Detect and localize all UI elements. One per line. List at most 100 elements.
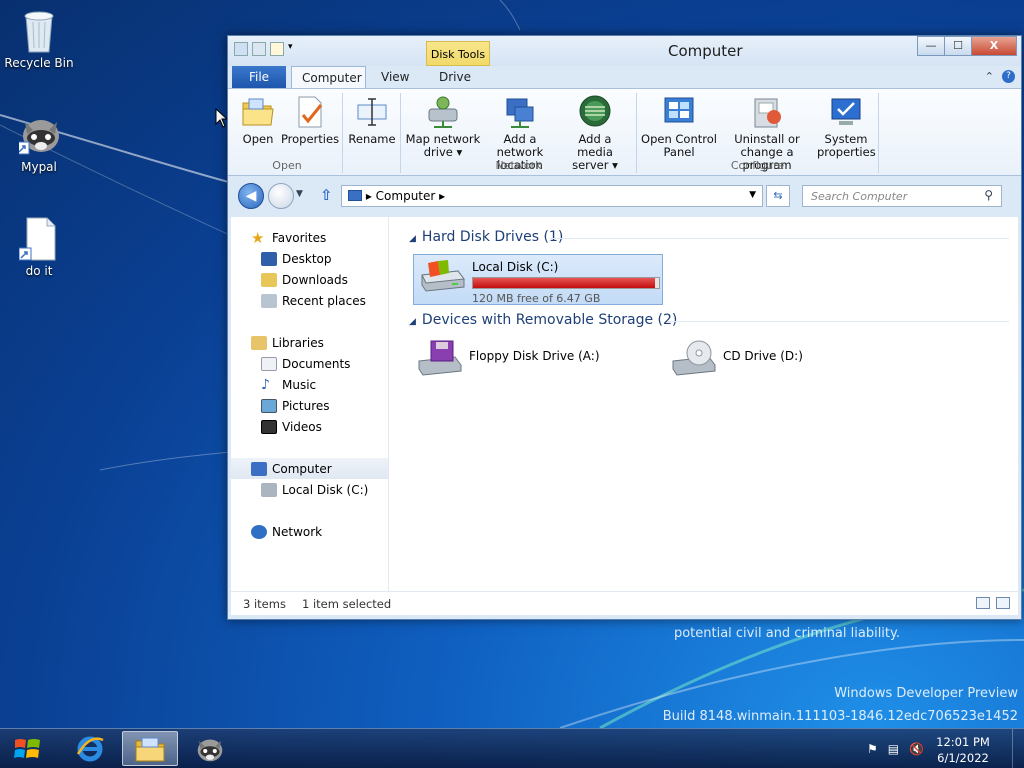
- nav-local-disk[interactable]: Local Disk (C:): [231, 479, 388, 500]
- videos-icon: [261, 419, 277, 434]
- disk-usage-bar: [472, 277, 660, 289]
- large-icons-view-icon[interactable]: [996, 597, 1010, 609]
- nav-recent-places[interactable]: Recent places: [231, 290, 388, 311]
- group-label-configure: Configure: [730, 159, 785, 172]
- tab-file[interactable]: File: [232, 66, 286, 88]
- raccoon-icon: [197, 738, 223, 761]
- section-divider: [549, 238, 1009, 239]
- ribbon-collapse-icon[interactable]: ⌃: [985, 70, 994, 83]
- group-label-network: Network: [495, 159, 542, 172]
- libraries-icon: [251, 335, 267, 350]
- drive-cd-d[interactable]: CD Drive (D:): [669, 339, 869, 383]
- drive-floppy-a[interactable]: Floppy Disk Drive (A:): [415, 339, 645, 383]
- system-properties-icon: [829, 95, 863, 129]
- show-desktop-button[interactable]: [1012, 729, 1024, 768]
- minimize-button[interactable]: —: [917, 36, 945, 56]
- disk-usage-fill: [473, 278, 656, 288]
- address-bar-area: ◀ ▼ ⇧ ▸ Computer ▸ ▼ ⇆ Search Computer ⚲: [228, 176, 1021, 216]
- explorer-window: ▾ Disk Tools Computer — ☐ X File Compute…: [227, 35, 1022, 620]
- action-center-flag-icon[interactable]: ⚑: [867, 742, 878, 756]
- network-tray-icon[interactable]: ▤: [888, 742, 899, 756]
- control-panel-icon: [662, 95, 696, 129]
- window-controls: — ☐ X: [917, 36, 1017, 56]
- status-item-count: 3 items: [243, 597, 286, 611]
- drive-local-disk-c[interactable]: Local Disk (C:) 120 MB free of 6.47 GB: [413, 254, 663, 305]
- desktop-icon-recycle-bin[interactable]: Recycle Bin: [1, 8, 77, 70]
- properties-button[interactable]: Properties: [280, 95, 340, 146]
- internet-explorer-icon: [76, 736, 104, 761]
- forward-button[interactable]: [268, 183, 294, 209]
- system-tray: ⚑ ▤ 🔇 12:01 PM 6/1/2022: [844, 729, 1024, 768]
- refresh-button[interactable]: ⇆: [766, 185, 790, 207]
- taskbar-internet-explorer[interactable]: [62, 731, 118, 766]
- desktop-icon-mypal[interactable]: Mypal: [1, 112, 77, 174]
- section-hard-disk-drives[interactable]: ◢ Hard Disk Drives (1): [409, 229, 563, 245]
- tab-computer[interactable]: Computer: [291, 66, 366, 88]
- map-network-drive-button[interactable]: Map network drive ▾: [405, 95, 481, 159]
- recent-locations-dropdown-icon[interactable]: ▼: [296, 189, 303, 199]
- ribbon: Open Properties Open Rename Map network …: [228, 88, 1021, 176]
- nav-libraries[interactable]: Libraries: [231, 332, 388, 353]
- folder-icon: [135, 737, 165, 761]
- address-dropdown-icon[interactable]: ▼: [749, 190, 756, 200]
- star-icon: ★: [251, 228, 265, 247]
- clock-time[interactable]: 12:01 PM: [928, 735, 998, 749]
- section-removable-storage[interactable]: ◢ Devices with Removable Storage (2): [409, 312, 677, 328]
- desktop-icon-do-it[interactable]: do it: [1, 216, 77, 278]
- open-button[interactable]: Open: [238, 95, 278, 146]
- qat-dropdown-icon[interactable]: ▾: [288, 42, 302, 56]
- computer-small-icon: [234, 42, 248, 56]
- clock-date[interactable]: 6/1/2022: [928, 751, 998, 765]
- content-pane: ◢ Hard Disk Drives (1) Local Disk (C:) 12…: [399, 217, 1016, 591]
- tab-view[interactable]: View: [371, 66, 419, 88]
- back-button[interactable]: ◀: [238, 183, 264, 209]
- nav-downloads[interactable]: Downloads: [231, 269, 388, 290]
- nav-network[interactable]: Network: [231, 521, 388, 542]
- nav-computer[interactable]: Computer: [231, 458, 388, 479]
- computer-icon: [251, 461, 267, 476]
- taskbar: ⚑ ▤ 🔇 12:01 PM 6/1/2022: [0, 728, 1024, 768]
- watermark-build: Build 8148.winmain.111103-1846.12edc7065…: [662, 709, 1018, 724]
- window-title: Computer: [668, 42, 743, 60]
- status-selected: 1 item selected: [302, 597, 392, 611]
- maximize-button[interactable]: ☐: [944, 36, 972, 56]
- uninstall-icon: [750, 95, 784, 129]
- network-location-icon: [503, 95, 537, 129]
- address-input[interactable]: ▸ Computer ▸ ▼: [341, 185, 763, 207]
- new-folder-qat-icon[interactable]: [270, 42, 284, 56]
- address-path: ▸ Computer ▸: [365, 189, 446, 203]
- search-input[interactable]: Search Computer ⚲: [802, 185, 1002, 207]
- quick-access-toolbar: ▾: [234, 42, 302, 56]
- nav-pictures[interactable]: Pictures: [231, 395, 388, 416]
- hard-disk-icon: [418, 257, 466, 297]
- up-arrow-icon[interactable]: ⇧: [320, 186, 333, 204]
- nav-videos[interactable]: Videos: [231, 416, 388, 437]
- properties-qat-icon[interactable]: [252, 42, 266, 56]
- system-properties-button[interactable]: System properties: [817, 95, 876, 159]
- ribbon-group-configure: Open Control Panel Uninstall or change a…: [637, 93, 879, 173]
- open-control-panel-button[interactable]: Open Control Panel: [639, 95, 719, 159]
- taskbar-mypal[interactable]: [182, 731, 238, 766]
- ribbon-group-open: Open Properties Open: [232, 93, 343, 173]
- nav-music[interactable]: ♪ Music: [231, 374, 388, 395]
- tab-drive[interactable]: Drive: [429, 66, 481, 88]
- ribbon-group-rename: Rename: [343, 93, 401, 173]
- nav-favorites[interactable]: ★ Favorites: [231, 227, 388, 248]
- close-button[interactable]: X: [971, 36, 1017, 56]
- nav-documents[interactable]: Documents: [231, 353, 388, 374]
- raccoon-icon: [16, 112, 59, 156]
- help-icon[interactable]: ?: [1002, 70, 1015, 83]
- desktop-icon-label: do it: [25, 264, 53, 278]
- details-view-icon[interactable]: [976, 597, 990, 609]
- floppy-drive-icon: [415, 339, 463, 379]
- taskbar-file-explorer[interactable]: [122, 731, 178, 766]
- desktop-icon-label: Mypal: [21, 160, 57, 174]
- rename-button[interactable]: Rename: [347, 95, 397, 146]
- start-button[interactable]: [6, 732, 50, 766]
- watermark-title: Windows Developer Preview: [834, 686, 1018, 701]
- volume-muted-icon[interactable]: 🔇: [909, 742, 924, 756]
- title-bar[interactable]: ▾ Disk Tools Computer — ☐ X: [228, 36, 1021, 66]
- disk-tools-context-tab: Disk Tools: [426, 41, 490, 66]
- windows-logo-icon: [14, 739, 40, 758]
- nav-desktop[interactable]: Desktop: [231, 248, 388, 269]
